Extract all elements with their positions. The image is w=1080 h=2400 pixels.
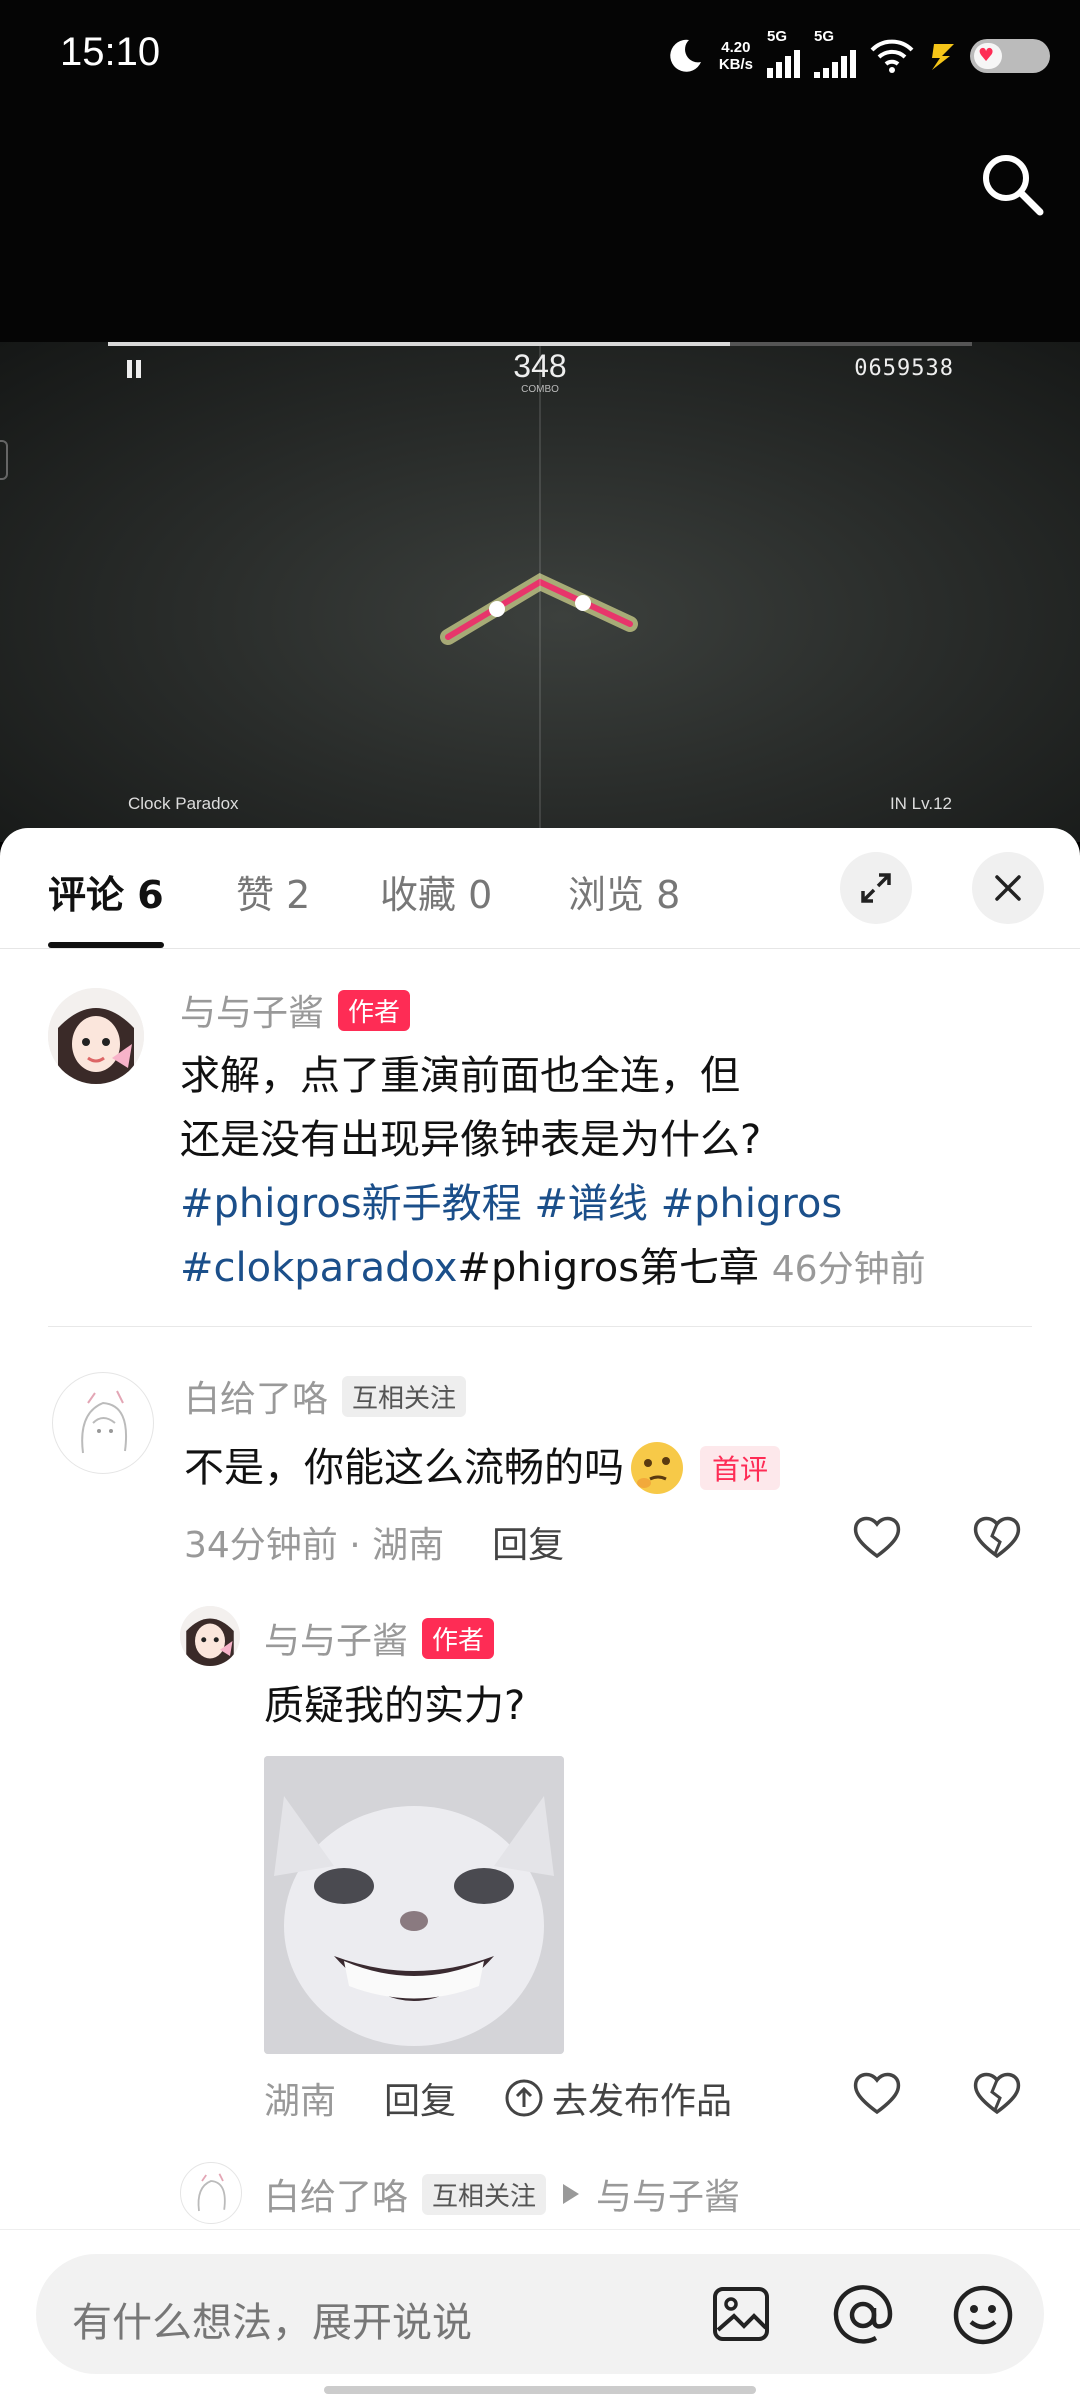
moon-icon	[670, 39, 701, 72]
close-button[interactable]	[972, 852, 1044, 924]
broken-heart-icon	[973, 1516, 1021, 1559]
reply-avatar[interactable]	[180, 1606, 240, 1666]
tab-favorites[interactable]: 收藏 0	[380, 864, 492, 919]
upload-icon	[505, 2079, 543, 2117]
expand-icon	[861, 873, 891, 903]
dislike-button[interactable]	[972, 1514, 1022, 1564]
next-reply-header: 白给了咯 互相关注 与与子酱	[264, 2168, 740, 2220]
commenter-avatar[interactable]	[52, 1372, 154, 1474]
smile-icon	[953, 2285, 1013, 2345]
judge-line	[539, 342, 541, 842]
mutual-badge: 互相关注	[342, 1375, 467, 1417]
author-badge: 作者	[422, 1617, 495, 1659]
at-icon	[833, 2285, 893, 2344]
like-button[interactable]	[852, 1514, 902, 1564]
comment-body: 不是，你能这么流畅的吗 首评	[184, 1436, 781, 1500]
post-text: 求解，点了重演前面也全连，但 还是没有出现异像钟表是为什么? #phigros新…	[180, 1053, 926, 1291]
publish-work-button[interactable]: 去发布作品	[504, 2072, 732, 2124]
reply-text: 质疑我的实力?	[264, 1683, 526, 1729]
hashtag-text: #phigros第七章	[457, 1245, 760, 1291]
combo-count: 348	[513, 348, 567, 384]
commenter-name[interactable]: 白给了咯	[184, 1370, 328, 1422]
mention-button[interactable]	[832, 2284, 894, 2350]
broken-heart-icon	[973, 2072, 1021, 2115]
comment-text: 不是，你能这么流畅的吗	[184, 1445, 624, 1491]
emoji-button[interactable]	[952, 2284, 1014, 2350]
post-divider	[48, 1326, 1032, 1327]
video-progress-fill	[108, 342, 731, 346]
tab-comments[interactable]: 评论 6	[48, 864, 164, 919]
mutual-badge: 互相关注	[422, 2173, 547, 2215]
close-icon	[995, 875, 1021, 901]
tab-views[interactable]: 浏览 8	[568, 864, 680, 919]
charging-icon	[932, 44, 954, 70]
hashtag[interactable]: #clokparadox	[180, 1245, 457, 1291]
post-time: 46分钟前	[771, 1249, 926, 1290]
reply-image-cat-meme[interactable]	[264, 1756, 564, 2054]
next-reply-avatar[interactable]	[180, 2162, 242, 2224]
score: 0659538	[854, 356, 954, 381]
heart-icon	[853, 2072, 901, 2115]
status-time: 15:10	[60, 30, 161, 74]
comment-header: 白给了咯 互相关注	[184, 1370, 467, 1422]
hashtag[interactable]: #谱线	[534, 1181, 648, 1227]
wifi-icon	[870, 39, 914, 73]
search-icon[interactable]	[978, 150, 1046, 222]
signal-2-icon: 5G	[814, 28, 856, 78]
reply-location: 湖南	[264, 2081, 337, 2122]
status-icons: 4.20 KB/s 5G 5G ♥	[665, 28, 1050, 78]
signal-1-icon: 5G	[767, 28, 800, 78]
hashtag[interactable]: #phigros	[661, 1181, 843, 1227]
bottom-divider	[0, 2229, 1080, 2230]
battery-icon: ♥	[970, 39, 1050, 73]
hashtag[interactable]: #phigros新手教程	[180, 1181, 522, 1227]
tab-divider	[0, 948, 1080, 949]
thinking-emoji-icon	[631, 1442, 683, 1494]
reply-meta: 湖南 回复 去发布作品	[264, 2072, 732, 2124]
reply-arrow-icon	[563, 2184, 580, 2204]
video-top-area	[0, 120, 1080, 342]
reply-header: 与与子酱 作者	[264, 1612, 495, 1664]
tab-likes[interactable]: 赞 2	[236, 864, 310, 919]
reply-user-name[interactable]: 与与子酱	[264, 1612, 408, 1664]
author-avatar[interactable]	[48, 988, 144, 1084]
reply-target-name[interactable]: 与与子酱	[596, 2168, 740, 2220]
first-comment-badge: 首评	[700, 1446, 781, 1490]
song-level: IN Lv.12	[889, 794, 952, 813]
net-speed: 4.20 KB/s	[718, 39, 753, 73]
author-name[interactable]: 与与子酱	[180, 984, 324, 1036]
image-button[interactable]	[712, 2286, 770, 2346]
pause-icon	[126, 360, 142, 382]
home-indicator[interactable]	[324, 2386, 756, 2394]
comment-meta: 34分钟前 · 湖南 回复	[184, 1516, 564, 1568]
author-badge: 作者	[338, 989, 411, 1031]
comment-input-placeholder: 有什么想法，展开说说	[72, 2300, 472, 2346]
image-icon	[713, 2287, 769, 2341]
next-reply-user[interactable]: 白给了咯	[264, 2168, 408, 2220]
reply-button[interactable]: 回复	[384, 2072, 456, 2124]
expand-button[interactable]	[840, 852, 912, 924]
song-name: Clock Paradox	[128, 794, 239, 813]
heart-icon	[853, 1516, 901, 1559]
dislike-button[interactable]	[972, 2070, 1022, 2120]
like-button[interactable]	[852, 2070, 902, 2120]
combo-label: COMBO	[521, 384, 559, 395]
comment-time-location: 34分钟前 · 湖南	[184, 1525, 445, 1566]
post-header: 与与子酱 作者	[180, 984, 411, 1036]
reply-button[interactable]: 回复	[492, 1516, 564, 1568]
side-handle[interactable]	[0, 440, 8, 480]
